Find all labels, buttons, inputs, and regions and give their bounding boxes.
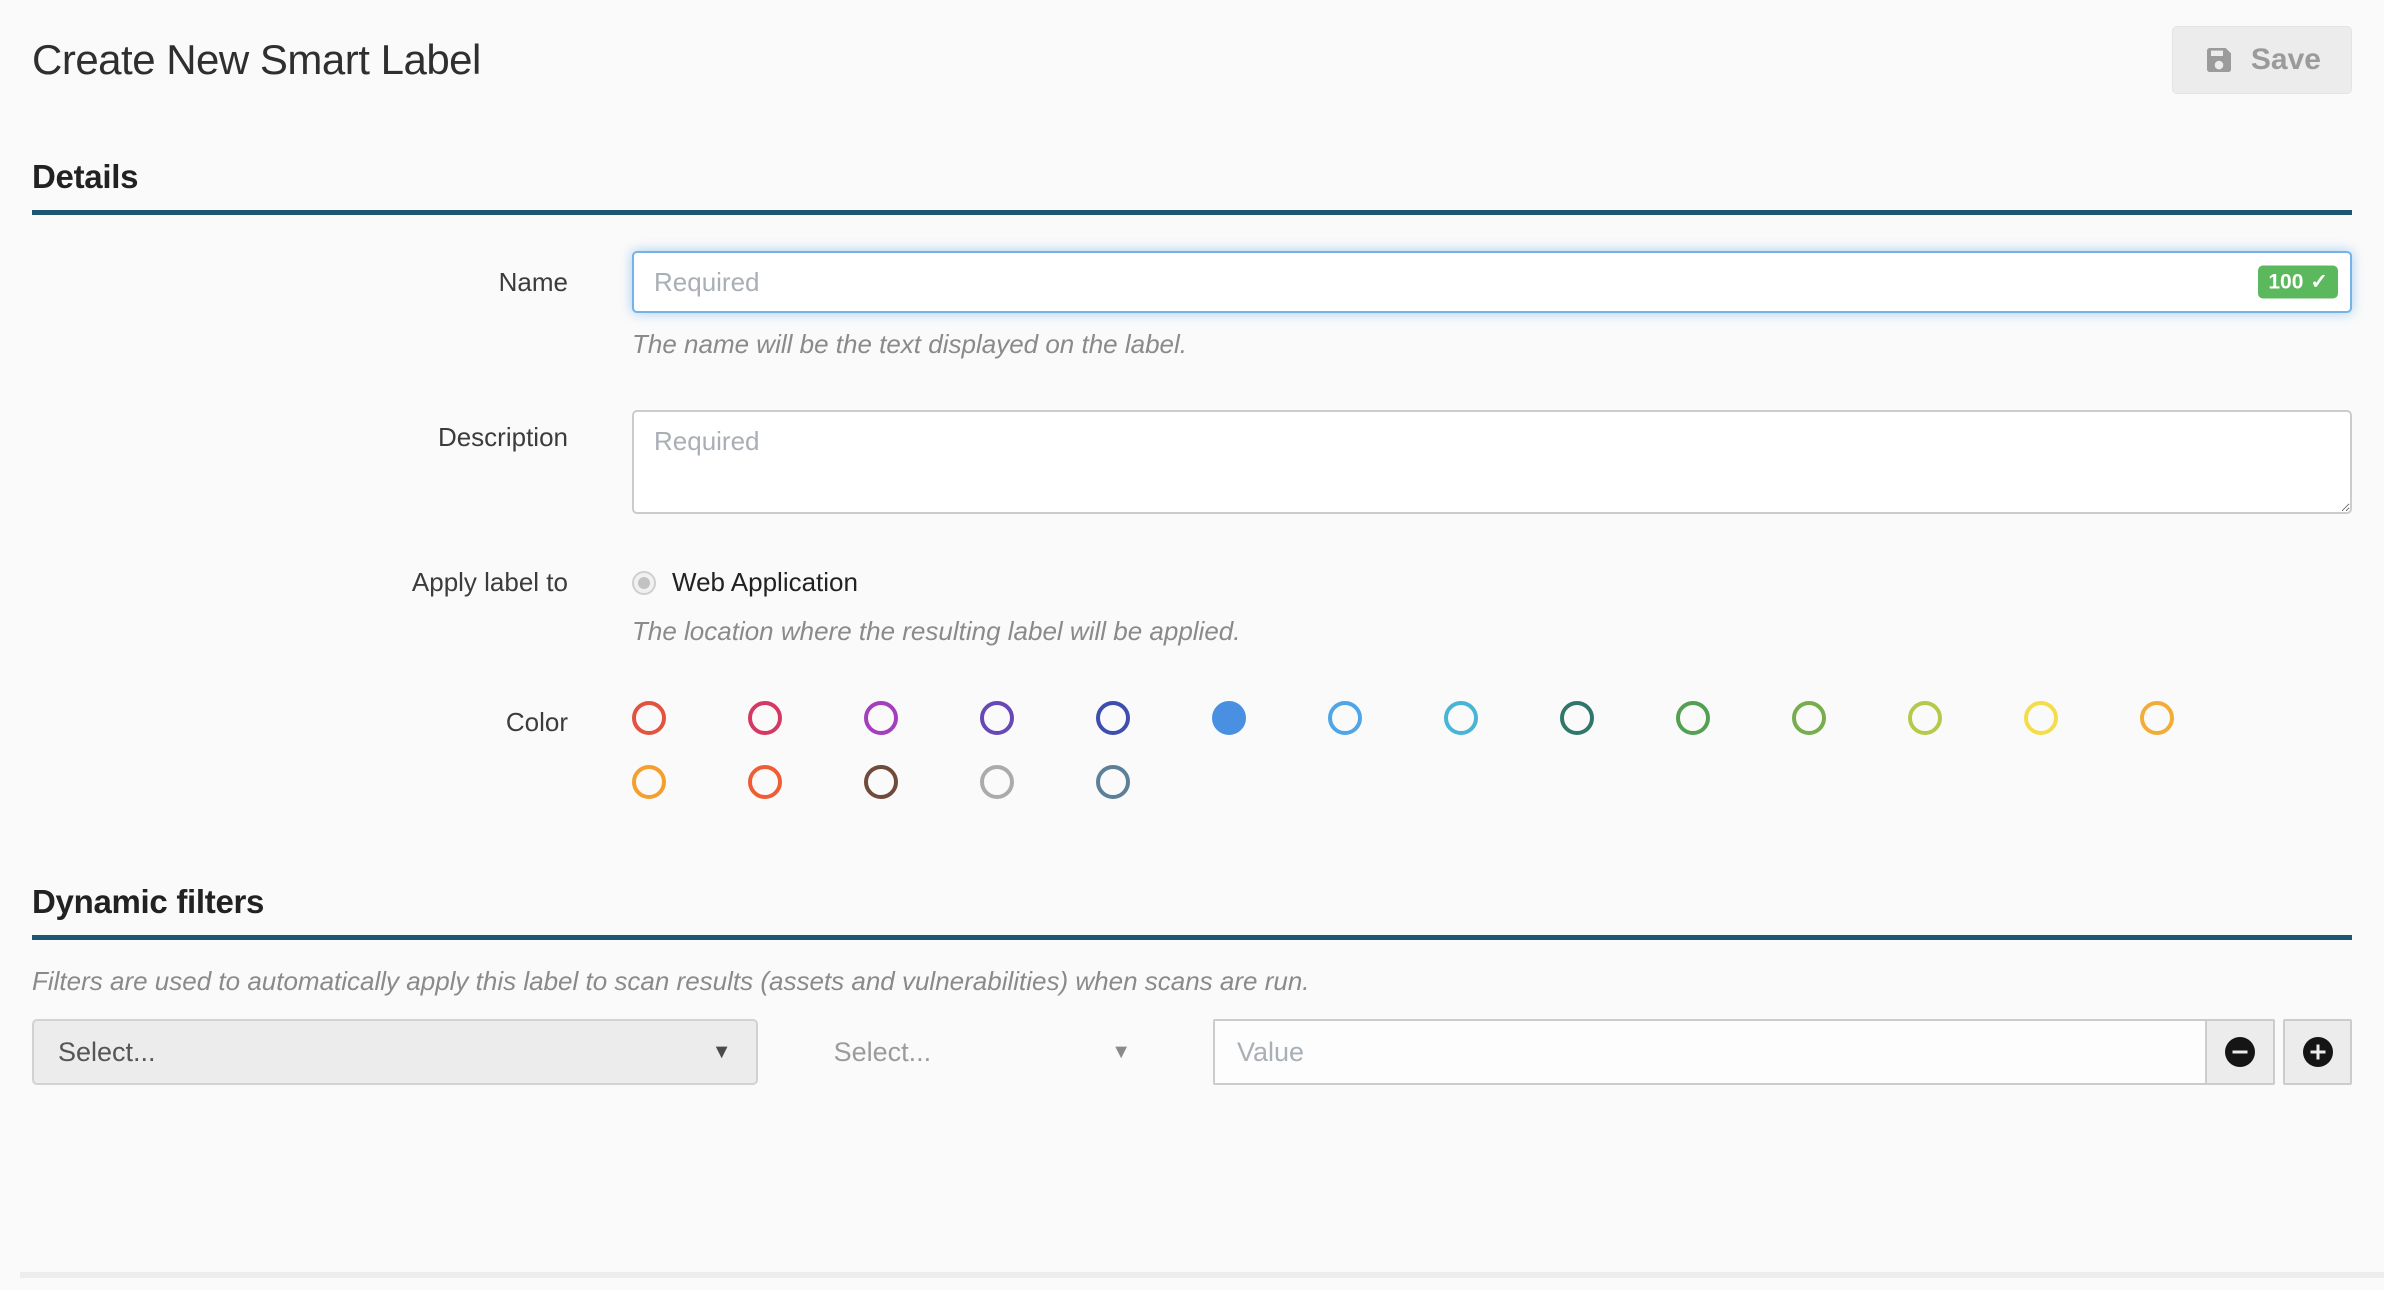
create-smart-label-page: Create New Smart Label Save Details Name… [0, 0, 2384, 1290]
minus-circle-icon [2222, 1034, 2258, 1070]
color-swatch[interactable] [1560, 701, 1594, 735]
dynamic-filters-section-title: Dynamic filters [32, 883, 2352, 935]
topbar: Create New Smart Label Save [32, 0, 2352, 94]
add-filter-button[interactable] [2283, 1019, 2352, 1085]
color-swatch[interactable] [864, 701, 898, 735]
details-section-title: Details [32, 158, 2352, 210]
apply-label-helper-text: The location where the resulting label w… [632, 616, 2352, 647]
color-swatch[interactable] [864, 765, 898, 799]
apply-label-to-label: Apply label to [32, 567, 632, 647]
radio-button-icon[interactable] [632, 571, 656, 595]
web-application-radio-option[interactable]: Web Application [632, 567, 2352, 598]
chars-remaining-count: 100 [2268, 270, 2303, 294]
name-input[interactable] [632, 251, 2352, 313]
filter-row: Select... ▼ Select... ▼ [32, 1019, 2352, 1085]
remove-filter-button[interactable] [2205, 1021, 2273, 1083]
color-label: Color [32, 701, 632, 799]
caret-down-icon: ▼ [712, 1041, 732, 1064]
color-swatch[interactable] [980, 701, 1014, 735]
color-swatch[interactable] [632, 701, 666, 735]
color-swatch[interactable] [980, 765, 1014, 799]
color-swatch[interactable] [748, 701, 782, 735]
filter-operator-select[interactable]: Select... ▼ [830, 1019, 1135, 1085]
color-swatch[interactable] [632, 765, 666, 799]
apply-label-to-row: Apply label to Web Application The locat… [32, 567, 2352, 647]
filter-category-placeholder: Select... [58, 1037, 156, 1068]
color-swatch-row-1 [632, 701, 2352, 735]
page-title: Create New Smart Label [32, 36, 481, 84]
color-swatch[interactable] [1676, 701, 1710, 735]
color-row: Color [32, 701, 2352, 799]
description-row: Description [32, 410, 2352, 519]
dynamic-filters-section-rule [32, 935, 2352, 940]
caret-down-icon: ▼ [1111, 1041, 1131, 1064]
details-section-rule [32, 210, 2352, 215]
filter-value-group [1213, 1019, 2275, 1085]
color-swatch-row-2 [632, 765, 2352, 799]
bottom-divider [20, 1272, 2384, 1278]
plus-circle-icon [2300, 1034, 2336, 1070]
name-row: Name 100 ✓ The name will be the text dis… [32, 251, 2352, 360]
color-swatch[interactable] [1328, 701, 1362, 735]
color-swatch[interactable] [2140, 701, 2174, 735]
color-swatch[interactable] [1096, 765, 1130, 799]
description-label: Description [32, 410, 632, 519]
web-application-option-label: Web Application [672, 567, 858, 598]
color-swatch[interactable] [1096, 701, 1130, 735]
color-swatch-selected[interactable] [1212, 701, 1246, 735]
name-helper-text: The name will be the text displayed on t… [632, 329, 2352, 360]
filter-category-select[interactable]: Select... ▼ [32, 1019, 758, 1085]
dynamic-filters-description: Filters are used to automatically apply … [32, 966, 2352, 997]
color-swatch[interactable] [1792, 701, 1826, 735]
description-textarea[interactable] [632, 410, 2352, 514]
chars-remaining-badge: 100 ✓ [2258, 266, 2338, 299]
color-swatch[interactable] [1908, 701, 1942, 735]
check-icon: ✓ [2310, 270, 2328, 295]
color-swatch[interactable] [2024, 701, 2058, 735]
color-swatch[interactable] [748, 765, 782, 799]
color-swatch[interactable] [1444, 701, 1478, 735]
filter-value-input[interactable] [1215, 1021, 2205, 1083]
name-label: Name [32, 251, 632, 360]
save-button-label: Save [2251, 43, 2321, 77]
radio-dot [638, 577, 650, 589]
save-button[interactable]: Save [2172, 26, 2352, 94]
filter-operator-placeholder: Select... [834, 1037, 932, 1068]
save-icon [2203, 44, 2235, 76]
